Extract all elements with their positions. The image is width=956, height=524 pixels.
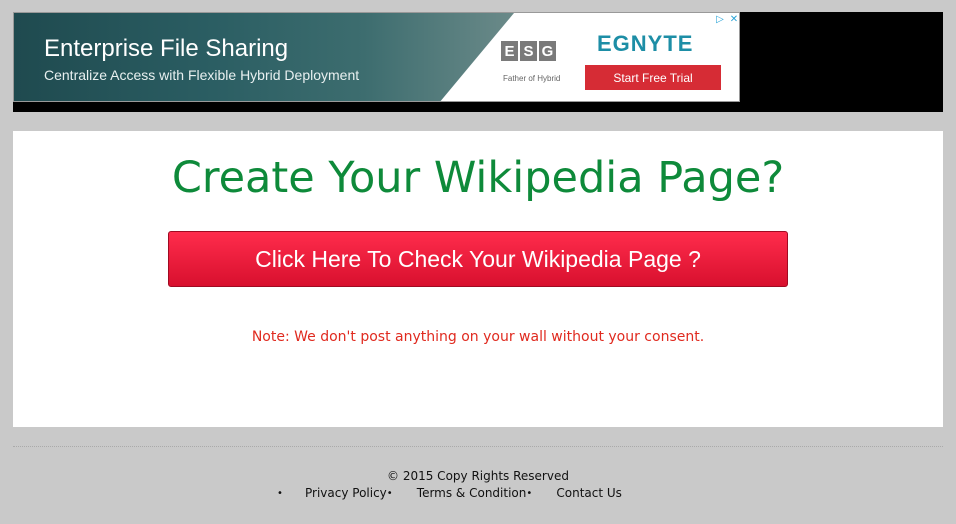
bullet: •: [386, 487, 393, 499]
ad-subtitle: Centralize Access with Flexible Hybrid D…: [44, 67, 360, 83]
copyright: © 2015 Copy Rights Reserved: [387, 469, 569, 483]
bullet: •: [526, 487, 533, 499]
contact-us-link[interactable]: Contact Us: [556, 486, 622, 500]
esg-tagline: Father of Hybrid: [503, 74, 561, 83]
check-wikipedia-button[interactable]: Click Here To Check Your Wikipedia Page …: [168, 231, 788, 287]
terms-link[interactable]: Terms & Condition: [417, 486, 527, 500]
close-icon[interactable]: ✕: [728, 13, 739, 26]
start-free-trial-button[interactable]: Start Free Trial: [585, 65, 721, 90]
ad-title: Enterprise File Sharing: [44, 35, 289, 62]
page-title: Create Your Wikipedia Page?: [171, 153, 785, 203]
ad-banner[interactable]: Enterprise File Sharing Centralize Acces…: [13, 12, 740, 102]
egnyte-logo: EGNYTE: [597, 31, 694, 56]
esg-letter: G: [539, 41, 556, 61]
ad-controls: ▷ ✕: [714, 13, 739, 26]
main-panel: Create Your Wikipedia Page? Click Here T…: [13, 131, 943, 427]
esg-letter: E: [501, 41, 518, 61]
esg-letter: S: [520, 41, 537, 61]
footer-divider: [13, 446, 943, 447]
bullet: •: [277, 487, 283, 499]
footer-links: • Privacy Policy • Terms & Condition • C…: [277, 486, 622, 500]
consent-note: Note: We don't post anything on your wal…: [251, 329, 705, 345]
adchoices-icon[interactable]: ▷: [714, 13, 726, 26]
esg-logo: E S G: [501, 41, 556, 61]
privacy-policy-link[interactable]: Privacy Policy: [305, 486, 387, 500]
